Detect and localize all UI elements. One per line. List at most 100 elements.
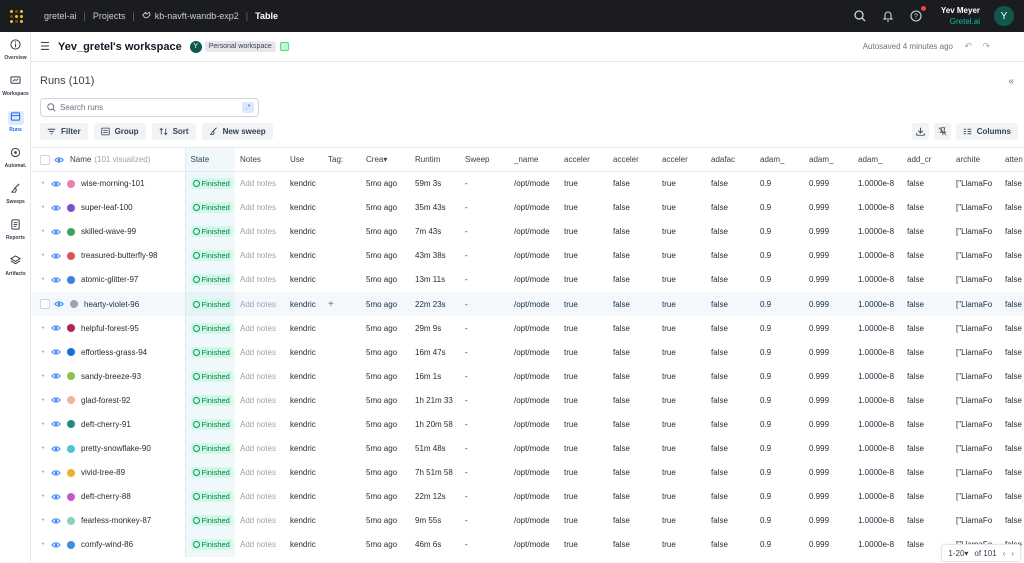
eye-icon[interactable] [51, 541, 62, 549]
run-color-swatch[interactable] [67, 372, 75, 381]
prev-page-icon[interactable]: ‹ [1003, 549, 1006, 558]
notes-cell[interactable]: Add notes [235, 485, 285, 509]
group-button[interactable]: Group [93, 123, 146, 140]
nav-reports[interactable]: Reports [0, 212, 31, 248]
table-row[interactable]: • glad-forest-92 Finished Add notes kendric 5… [31, 388, 1024, 413]
regex-toggle[interactable]: .* [242, 102, 254, 113]
table-row[interactable]: • super-leaf-100 Finished Add notes kendric 5… [31, 195, 1024, 220]
page-size-select[interactable]: 1-20▾ [948, 549, 968, 558]
run-color-swatch[interactable] [67, 227, 75, 236]
notes-cell[interactable]: Add notes [235, 388, 285, 412]
notes-cell[interactable]: Add notes [235, 533, 285, 557]
notes-cell[interactable]: Add notes [235, 340, 285, 364]
row-dot[interactable]: • [36, 276, 50, 283]
tags-cell[interactable] [323, 388, 361, 412]
tags-cell[interactable] [323, 316, 361, 340]
notes-cell[interactable]: Add notes [235, 268, 285, 292]
run-name-link[interactable]: skilled-wave-99 [81, 227, 136, 236]
run-color-swatch[interactable] [67, 324, 75, 333]
table-row[interactable]: • wise-morning-101 Finished Add notes kendri… [31, 171, 1024, 196]
breadcrumb-projects[interactable]: Projects [93, 11, 126, 21]
tags-cell[interactable] [323, 244, 361, 268]
column-header[interactable]: acceler [608, 147, 657, 172]
run-name-link[interactable]: glad-forest-92 [81, 396, 130, 405]
table-row[interactable]: • deft-cherry-91 Finished Add notes kendric 5… [31, 412, 1024, 437]
eye-icon[interactable] [51, 469, 62, 477]
user-info[interactable]: Yev Meyer Gretel.ai [941, 5, 980, 27]
row-checkbox[interactable] [40, 299, 50, 310]
download-icon[interactable] [911, 123, 929, 140]
sort-button[interactable]: Sort [151, 123, 196, 140]
notes-cell[interactable]: Add notes [235, 291, 285, 317]
column-header[interactable]: Runtim [410, 147, 460, 172]
run-color-swatch[interactable] [67, 275, 75, 284]
add-tag-icon[interactable]: + [328, 299, 334, 310]
wandb-logo[interactable] [0, 0, 32, 32]
table-row[interactable]: • helpful-forest-95 Finished Add notes kendr… [31, 316, 1024, 341]
table-row[interactable]: • fearless-monkey-87 Finished Add notes kend… [31, 508, 1024, 533]
notes-cell[interactable]: Add notes [235, 220, 285, 244]
breadcrumb-org[interactable]: gretel-ai [44, 11, 77, 21]
column-header[interactable]: Notes [235, 147, 285, 172]
filter-button[interactable]: Filter [40, 123, 88, 140]
saved-view-icon[interactable] [279, 42, 289, 51]
table-row[interactable]: • vivid-tree-89 Finished Add notes kendric 5m… [31, 460, 1024, 485]
eye-icon[interactable] [51, 228, 62, 236]
row-dot[interactable]: • [36, 493, 50, 500]
notes-cell[interactable]: Add notes [235, 196, 285, 220]
nav-workspace[interactable]: Workspace [0, 68, 31, 104]
row-dot[interactable]: • [36, 397, 50, 404]
column-header[interactable]: Tag: [323, 147, 361, 172]
select-all-checkbox[interactable] [40, 154, 50, 165]
tags-cell[interactable] [323, 533, 361, 557]
tags-cell[interactable]: + [323, 291, 361, 317]
eye-icon[interactable] [51, 324, 62, 332]
tags-cell[interactable] [323, 437, 361, 461]
notes-cell[interactable]: Add notes [235, 364, 285, 388]
avatar[interactable]: Y [994, 6, 1014, 26]
run-name-link[interactable]: deft-cherry-88 [81, 492, 131, 501]
table-row[interactable]: • skilled-wave-99 Finished Add notes kendric… [31, 219, 1024, 244]
notes-cell[interactable]: Add notes [235, 412, 285, 436]
table-row[interactable]: • deft-cherry-88 Finished Add notes kendric 5… [31, 484, 1024, 509]
nav-runs[interactable]: Runs [0, 104, 31, 140]
search-input[interactable] [60, 103, 230, 112]
run-color-swatch[interactable] [67, 420, 75, 429]
eye-icon[interactable] [51, 180, 62, 188]
table-row[interactable]: • comfy-wind-86 Finished Add notes kendric 5m… [31, 532, 1024, 557]
redo-icon[interactable]: ↷ [982, 41, 990, 52]
column-header[interactable]: acceler [657, 147, 706, 172]
nav-overview[interactable]: Overview [0, 32, 31, 68]
row-dot[interactable]: • [36, 445, 50, 452]
column-header[interactable]: adafac [706, 147, 755, 172]
search-icon[interactable] [853, 9, 867, 23]
row-dot[interactable]: • [36, 204, 50, 211]
run-color-swatch[interactable] [67, 516, 75, 525]
column-header[interactable]: Crea▾ [361, 147, 410, 172]
column-header[interactable]: Use [285, 147, 323, 172]
columns-button[interactable]: Columns [955, 123, 1018, 140]
breadcrumb-project[interactable]: kb-navft-wandb-exp2 [155, 11, 239, 21]
tags-cell[interactable] [323, 340, 361, 364]
row-dot[interactable]: • [36, 373, 50, 380]
column-header[interactable]: acceler [559, 147, 608, 172]
row-dot[interactable]: • [36, 469, 50, 476]
help-icon[interactable]: ? [909, 6, 926, 23]
table-row[interactable]: • sandy-breeze-93 Finished Add notes kendric… [31, 364, 1024, 389]
run-color-swatch[interactable] [70, 300, 78, 309]
pin-icon[interactable] [933, 123, 951, 140]
notes-cell[interactable]: Add notes [235, 172, 285, 196]
column-header-name[interactable]: Name (101 visualized) [31, 147, 186, 172]
next-page-icon[interactable]: › [1011, 549, 1014, 558]
row-dot[interactable]: • [36, 252, 50, 259]
eye-icon[interactable] [54, 156, 65, 164]
tags-cell[interactable] [323, 509, 361, 533]
run-color-swatch[interactable] [67, 348, 75, 357]
run-name-link[interactable]: super-leaf-100 [81, 203, 133, 212]
menu-icon[interactable]: ☰ [40, 40, 50, 53]
nav-artifacts[interactable]: Artifacts [0, 248, 31, 284]
tags-cell[interactable] [323, 412, 361, 436]
run-color-swatch[interactable] [67, 540, 75, 549]
column-header[interactable]: adam_ [804, 147, 853, 172]
run-name-link[interactable]: treasured-butterfly-98 [81, 251, 157, 260]
